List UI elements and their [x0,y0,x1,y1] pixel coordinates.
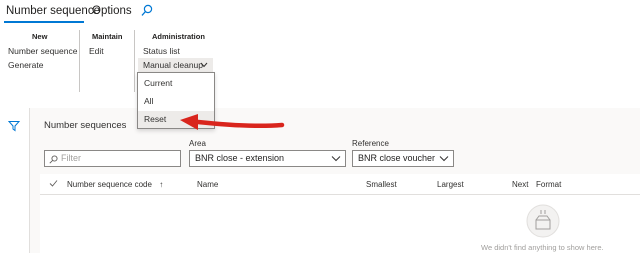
edit-button[interactable]: Edit [89,46,104,56]
column-header-name[interactable]: Name [197,180,218,189]
column-header-largest[interactable]: Largest [437,180,464,189]
new-number-sequence-button[interactable]: Number sequence [8,46,77,56]
chevron-down-icon [200,58,208,72]
sort-ascending-icon: ↑ [159,180,164,189]
active-tab-indicator [4,21,84,23]
group-title-maintain: Maintain [92,32,123,41]
chevron-down-icon [331,151,341,166]
ribbon-separator [79,30,80,92]
action-ribbon: New Number sequence Generate Maintain Ed… [0,24,640,108]
grid-header: Number sequence code ↑ Name Smallest Lar… [40,174,640,195]
reference-select[interactable]: BNR close voucher [352,150,454,167]
manual-cleanup-dropdown[interactable]: Manual cleanup [138,58,213,72]
area-label: Area [189,139,206,148]
reference-value: BNR close voucher [358,153,436,163]
tab-options[interactable]: Options [92,5,132,17]
column-header-label: Number sequence code [67,180,152,189]
manual-cleanup-label: Manual cleanup [143,60,204,70]
status-list-button[interactable]: Status list [143,46,180,56]
filter-input[interactable]: Filter [44,150,181,167]
column-header-number-sequence-code[interactable]: Number sequence code ↑ [67,180,163,189]
menu-item-current[interactable]: Current [138,75,214,92]
empty-grid-message: We didn't find anything to show here. [481,243,604,252]
ribbon-separator [134,30,135,92]
group-title-new: New [32,32,48,41]
column-header-next[interactable]: Next [512,180,528,189]
empty-box-icon [526,204,560,238]
filter-pane-icon[interactable] [7,119,21,132]
generate-button[interactable]: Generate [8,60,43,70]
search-icon[interactable] [140,3,154,19]
section-title: Number sequences [44,120,127,131]
column-header-format[interactable]: Format [536,180,561,189]
chevron-down-icon [439,151,449,166]
search-icon [49,154,58,164]
area-value: BNR close - extension [195,153,285,163]
reference-label: Reference [352,139,389,148]
filter-placeholder: Filter [61,153,81,163]
select-all-checkmark-icon[interactable] [49,179,58,190]
red-arrow-annotation [180,114,285,130]
group-title-administration: Administration [152,32,205,41]
top-tab-bar: Number sequence Options [0,0,640,24]
menu-item-all[interactable]: All [138,93,214,110]
tab-number-sequence[interactable]: Number sequence [6,5,100,17]
area-select[interactable]: BNR close - extension [189,150,346,167]
column-header-smallest[interactable]: Smallest [366,180,397,189]
